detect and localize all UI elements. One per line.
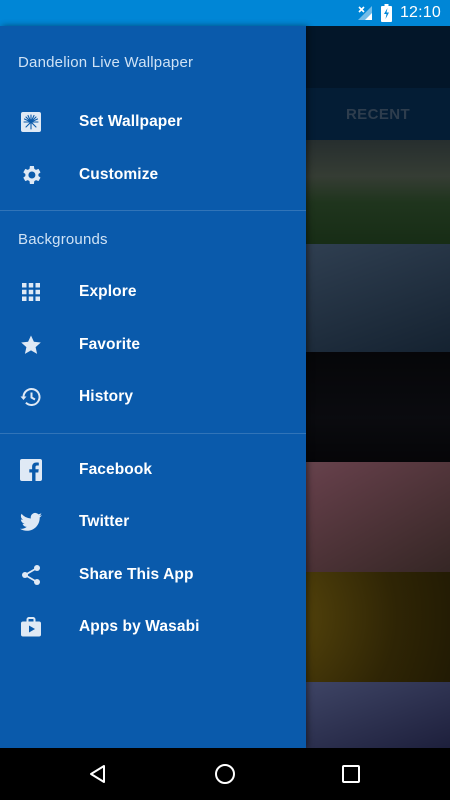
home-button[interactable] <box>195 748 255 800</box>
system-navigation-bar <box>0 748 450 800</box>
nav-item-favorite[interactable]: Favorite <box>0 319 306 372</box>
nav-item-twitter[interactable]: Twitter <box>0 496 306 549</box>
back-icon <box>90 765 105 783</box>
nav-item-customize[interactable]: Customize <box>0 149 306 202</box>
grid-icon <box>0 280 79 304</box>
store-icon <box>0 615 79 639</box>
nav-item-label: Explore <box>79 283 137 301</box>
recents-icon <box>342 765 360 783</box>
section-header-backgrounds: Backgrounds <box>0 211 306 266</box>
nav-item-share-this-app[interactable]: Share This App <box>0 549 306 602</box>
wallpaper-icon <box>0 110 79 134</box>
recents-button[interactable] <box>321 748 381 800</box>
history-icon <box>0 385 79 409</box>
battery-charging-icon <box>380 4 392 22</box>
share-icon <box>0 563 79 587</box>
nav-item-label: History <box>79 388 134 406</box>
nav-item-label: Twitter <box>79 513 130 531</box>
status-icons: 12:10 <box>357 0 450 26</box>
nav-item-label: Customize <box>79 165 159 183</box>
nav-item-set-wallpaper[interactable]: Set Wallpaper <box>0 96 306 149</box>
back-button[interactable] <box>68 748 128 800</box>
navigation-drawer: Dandelion Live Wallpaper Set Wallpaper C… <box>0 26 306 748</box>
nav-item-explore[interactable]: Explore <box>0 266 306 319</box>
nav-item-label: Favorite <box>79 335 141 353</box>
status-bar: 12:10 <box>0 0 450 26</box>
nav-item-facebook[interactable]: Facebook <box>0 444 306 497</box>
nav-item-label: Apps by Wasabi <box>79 618 200 636</box>
twitter-icon <box>0 510 79 534</box>
nav-item-label: Share This App <box>79 565 194 583</box>
clock: 12:10 <box>399 4 441 21</box>
section-header-label: Backgrounds <box>18 231 108 248</box>
star-icon <box>0 333 79 357</box>
nav-item-apps-by-wasabi[interactable]: Apps by Wasabi <box>0 601 306 654</box>
signal-off-icon <box>357 5 373 21</box>
drawer-title: Dandelion Live Wallpaper <box>18 53 194 71</box>
nav-item-history[interactable]: History <box>0 371 306 424</box>
nav-item-label: Set Wallpaper <box>79 113 183 131</box>
home-icon <box>215 764 235 784</box>
facebook-icon <box>0 458 79 482</box>
drawer-header: Dandelion Live Wallpaper <box>0 26 306 96</box>
nav-item-label: Facebook <box>79 460 153 478</box>
gear-icon <box>0 163 79 187</box>
